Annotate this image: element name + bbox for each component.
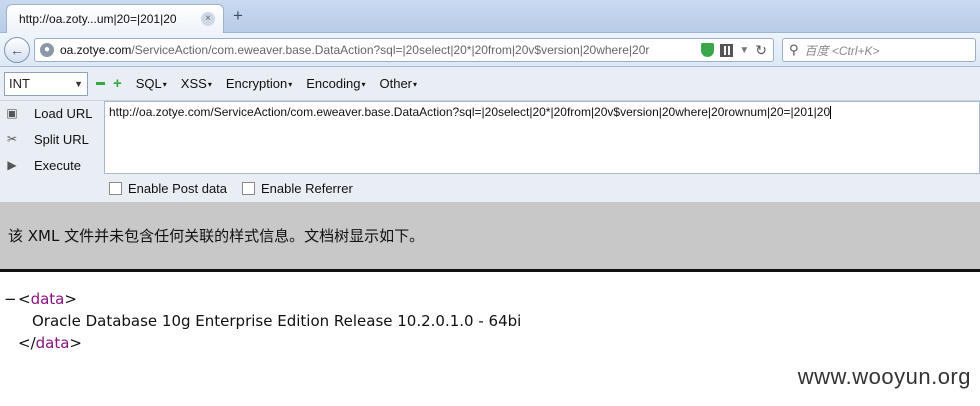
execute-button[interactable]: ▶ Execute (4, 154, 81, 176)
chevron-down-icon: ▼ (74, 78, 83, 89)
tab-title: http://oa.zoty...um|20=|201|20 (19, 12, 177, 26)
xml-tag-name: data (35, 334, 70, 352)
menu-other[interactable]: Other▾ (380, 76, 418, 91)
caret-icon: ▾ (162, 80, 167, 90)
load-url-label: Load URL (34, 105, 93, 121)
address-text[interactable]: oa.zotye.com/ServiceAction/com.eweaver.b… (60, 43, 695, 57)
qr-code-icon[interactable] (720, 43, 734, 57)
globe-icon: ● (40, 43, 54, 57)
url-path: /ServiceAction/com.eweaver.base.DataActi… (131, 43, 650, 57)
collapse-toggle[interactable]: − (4, 290, 18, 308)
caret-icon: ▾ (288, 80, 293, 90)
enable-referrer-toggle[interactable]: Enable Referrer (242, 181, 353, 196)
xml-content: Oracle Database 10g Enterprise Edition R… (32, 312, 522, 330)
enable-referrer-label: Enable Referrer (261, 181, 353, 196)
xml-notice-text: 该 XML 文件并未包含任何关联的样式信息。文档树显示如下。 (8, 227, 425, 245)
tab-strip: http://oa.zoty...um|20=|201|20 × + (0, 0, 980, 33)
shield-icon[interactable] (701, 43, 715, 57)
menu-encryption[interactable]: Encryption▾ (226, 76, 292, 91)
caret-icon: ▾ (207, 80, 212, 90)
execute-label: Execute (34, 157, 81, 173)
watermark: www.wooyun.org (797, 364, 971, 389)
split-url-label: Split URL (34, 131, 89, 147)
xml-open-line: −<data> (4, 290, 77, 308)
menu-encoding[interactable]: Encoding▾ (306, 76, 365, 91)
load-url-button[interactable]: ▣ Load URL (4, 102, 93, 124)
hackbar-toolbar: INT ▼ + SQL▾ XSS▾ Encryption▾ Encoding▾ … (0, 67, 980, 101)
load-url-icon: ▣ (6, 106, 18, 120)
menu-xss[interactable]: XSS▾ (181, 76, 212, 91)
navigation-bar: ← ● oa.zotye.com/ServiceAction/com.eweav… (0, 33, 980, 67)
back-arrow-icon[interactable]: ← (4, 37, 30, 63)
hackbar-panel: ▣ Load URL ✂ Split URL ▶ Execute http://… (0, 101, 980, 202)
split-url-button[interactable]: ✂ Split URL (4, 128, 89, 150)
address-bar[interactable]: ● oa.zotye.com/ServiceAction/com.eweaver… (34, 38, 774, 62)
browser-tab[interactable]: http://oa.zoty...um|20=|201|20 × (6, 4, 224, 33)
enable-post-label: Enable Post data (128, 181, 228, 196)
scissors-icon: ✂ (6, 132, 18, 146)
play-icon: ▶ (7, 158, 17, 172)
tab-close-icon[interactable]: × (201, 12, 215, 26)
url-host: oa.zotye.com (60, 43, 132, 57)
new-tab-icon[interactable]: + (233, 7, 243, 24)
enable-post-checkbox[interactable] (109, 182, 122, 195)
search-icon[interactable]: ⚲ (789, 42, 799, 58)
plus-icon[interactable]: + (113, 76, 122, 91)
minus-icon[interactable] (96, 82, 105, 85)
type-select[interactable]: INT ▼ (4, 71, 88, 96)
xml-text-node: Oracle Database 10g Enterprise Edition R… (0, 312, 521, 334)
chevron-down-icon[interactable]: ▼ (739, 45, 749, 56)
hackbar-url-textarea[interactable]: http://oa.zotye.com/ServiceAction/com.ew… (104, 101, 980, 174)
search-input[interactable]: 百度 <Ctrl+K> (805, 42, 880, 59)
caret-icon: ▾ (361, 80, 366, 90)
caret-icon: ▾ (413, 80, 418, 90)
type-select-value: INT (9, 76, 30, 91)
xml-tag-name: data (30, 290, 65, 308)
enable-referrer-checkbox[interactable] (242, 182, 255, 195)
xml-tree: −<data> Oracle Database 10g Enterprise E… (0, 290, 521, 356)
address-bar-icons: ▼ ↻ (695, 42, 773, 59)
text-cursor (830, 106, 832, 120)
enable-post-toggle[interactable]: Enable Post data (109, 181, 227, 196)
xml-close-line: </data> (18, 334, 82, 352)
xml-style-notice: 该 XML 文件并未包含任何关联的样式信息。文档树显示如下。 (0, 202, 980, 272)
reload-icon[interactable]: ↻ (755, 42, 767, 59)
menu-sql[interactable]: SQL▾ (136, 76, 167, 91)
hackbar-url-text: http://oa.zotye.com/ServiceAction/com.ew… (109, 105, 831, 119)
search-bar[interactable]: ⚲ 百度 <Ctrl+K> (782, 38, 976, 62)
